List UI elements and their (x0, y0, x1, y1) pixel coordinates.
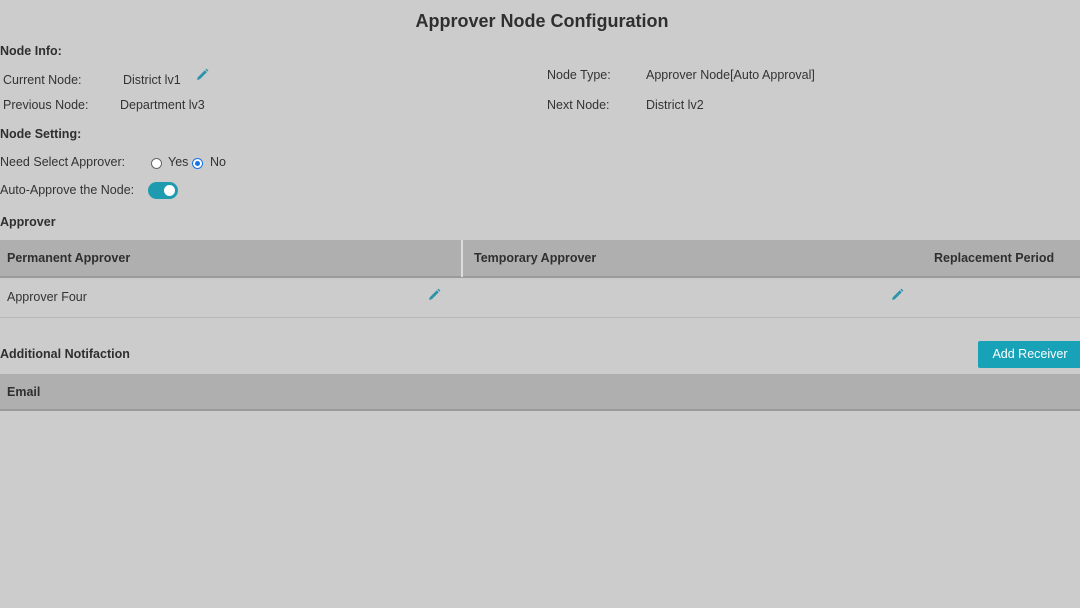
previous-node-label: Previous Node: (3, 98, 89, 112)
pencil-icon[interactable] (195, 68, 209, 82)
next-node-value: District lv2 (646, 98, 704, 112)
toggle-knob (164, 185, 175, 196)
approver-heading: Approver (0, 215, 56, 229)
approver-table-header: Permanent Approver Temporary Approver Re… (0, 240, 1080, 278)
row-divider (0, 317, 1080, 318)
auto-approve-toggle[interactable] (148, 182, 178, 199)
column-temporary-approver: Temporary Approver (474, 251, 597, 265)
next-node-label: Next Node: (547, 98, 610, 112)
pencil-icon-svg (892, 288, 904, 300)
node-type-value: Approver Node[Auto Approval] (646, 68, 815, 82)
additional-notification-heading: Additional Notifaction (0, 347, 130, 361)
pencil-icon[interactable] (890, 288, 904, 302)
radio-yes[interactable] (151, 158, 162, 169)
previous-node-value: Department lv3 (120, 98, 205, 112)
current-node-value: District lv1 (123, 73, 181, 87)
pencil-icon-svg (429, 288, 441, 300)
column-divider (461, 240, 463, 277)
pencil-icon[interactable] (427, 288, 441, 302)
notification-table-header: Email (0, 374, 1080, 411)
permanent-approver-value: Approver Four (7, 290, 87, 304)
pencil-icon-svg (197, 68, 209, 80)
table-row: Approver Four (0, 278, 1080, 317)
node-info-heading: Node Info: (0, 44, 62, 58)
column-replacement-period: Replacement Period (934, 251, 1055, 265)
node-type-label: Node Type: (547, 68, 611, 82)
auto-approve-label: Auto-Approve the Node: (0, 183, 135, 197)
column-permanent-approver: Permanent Approver (7, 251, 131, 265)
need-select-approver-label: Need Select Approver: (0, 155, 126, 169)
radio-yes-label: Yes (168, 155, 189, 169)
radio-no-label: No (210, 155, 226, 169)
current-node-label: Current Node: (3, 73, 82, 87)
column-email: Email (7, 385, 41, 399)
add-receiver-button[interactable]: Add Receiver (978, 341, 1080, 368)
node-setting-heading: Node Setting: (0, 127, 82, 141)
radio-no[interactable] (192, 158, 203, 169)
page-title: Approver Node Configuration (415, 11, 669, 31)
